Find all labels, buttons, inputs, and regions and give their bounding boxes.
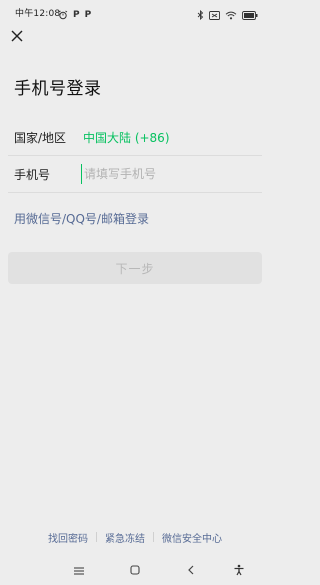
back-button[interactable] [183, 562, 199, 578]
back-icon [186, 561, 196, 580]
status-time: 中午12:08 [15, 9, 61, 19]
page-title: 手机号登录 [14, 79, 102, 99]
menu-icon [73, 561, 85, 580]
close-button[interactable] [9, 28, 25, 44]
status-icons-right [197, 5, 258, 24]
p-icon: P [73, 9, 80, 20]
emergency-freeze-link[interactable]: 紧急冻结 [97, 530, 153, 545]
phone-input[interactable] [81, 164, 251, 184]
accessibility-button[interactable] [231, 562, 247, 578]
home-icon [129, 561, 141, 580]
country-region-row[interactable]: 国家/地区 中国大陆 (+86) [0, 118, 270, 156]
recents-button[interactable] [71, 562, 87, 578]
home-button[interactable] [127, 562, 143, 578]
p-icon: P [84, 9, 92, 20]
system-nav-bar [0, 556, 270, 585]
close-icon [9, 29, 25, 48]
bluetooth-icon [197, 5, 204, 24]
alarm-icon [58, 5, 68, 24]
status-bar: 中午12:08 P P [0, 0, 270, 24]
country-value[interactable]: 中国大陆 (+86) [83, 129, 170, 146]
recover-password-link[interactable]: 找回密码 [40, 530, 96, 545]
footer-links: 找回密码 紧急冻结 微信安全中心 [0, 530, 270, 545]
next-button[interactable]: 下一步 [8, 252, 262, 284]
alt-login-link[interactable]: 用微信号/QQ号/邮箱登录 [14, 210, 149, 227]
country-label: 国家/地区 [14, 131, 67, 145]
wifi-icon [225, 5, 237, 24]
battery-saver-icon [209, 5, 220, 24]
status-icons-left: P P [58, 5, 91, 24]
security-center-link[interactable]: 微信安全中心 [154, 530, 230, 545]
phone-row: 手机号 [0, 155, 270, 193]
phone-label: 手机号 [14, 168, 51, 182]
battery-icon [242, 5, 258, 24]
accessibility-icon [233, 561, 245, 580]
divider [8, 192, 262, 193]
